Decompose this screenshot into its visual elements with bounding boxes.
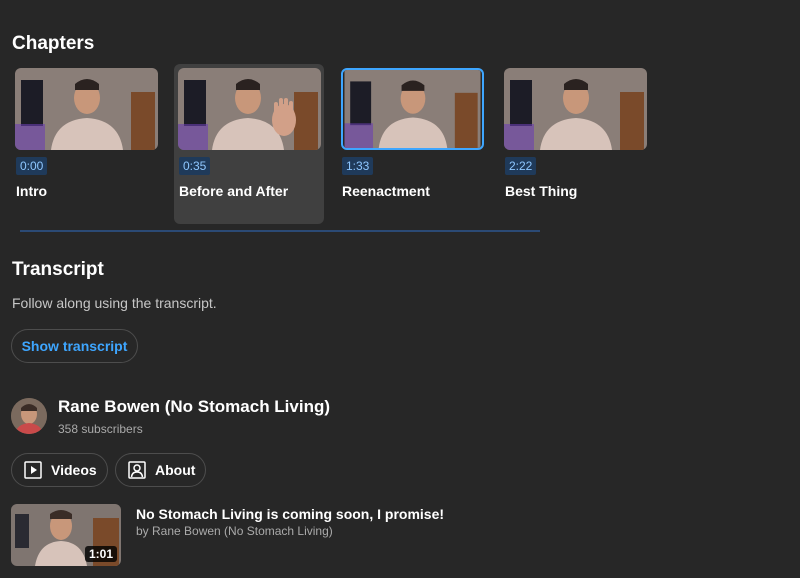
chapter-item-reenactment[interactable]: 1:33 Reenactment	[337, 64, 487, 224]
featured-video-thumbnail[interactable]: 1:01	[11, 504, 121, 566]
chapter-timestamp: 0:35	[179, 157, 211, 175]
transcript-heading: Transcript	[12, 259, 104, 280]
play-square-icon	[24, 461, 42, 479]
chapter-label: Before and After	[179, 183, 289, 199]
chapter-thumbnail	[15, 68, 158, 150]
chapter-timestamp: 2:22	[505, 157, 537, 175]
channel-about-button[interactable]: About	[115, 453, 206, 487]
subscriber-count: 358 subscribers	[58, 422, 143, 436]
chapter-thumbnail	[178, 68, 321, 150]
chapters-heading: Chapters	[12, 33, 95, 54]
channel-name[interactable]: Rane Bowen (No Stomach Living)	[58, 397, 330, 417]
chapter-item-intro[interactable]: 0:00 Intro	[11, 64, 161, 224]
chapter-item-best-thing[interactable]: 2:22 Best Thing	[500, 64, 650, 224]
chapter-item-before-and-after[interactable]: 0:35 Before and After	[174, 64, 324, 224]
chapter-timestamp: 1:33	[342, 157, 374, 175]
chapter-thumbnail	[504, 68, 647, 150]
transcript-description: Follow along using the transcript.	[12, 295, 217, 311]
chapters-list: 0:00 Intro 0:35 Before and After 1:33 Re…	[0, 64, 680, 232]
chapters-timeline	[20, 230, 540, 232]
chapter-timestamp: 0:00	[16, 157, 48, 175]
show-transcript-button[interactable]: Show transcript	[11, 329, 138, 363]
person-frame-icon	[128, 461, 146, 479]
channel-videos-button[interactable]: Videos	[11, 453, 108, 487]
chapter-label: Reenactment	[342, 183, 430, 199]
chapter-label: Best Thing	[505, 183, 578, 199]
channel-avatar[interactable]	[11, 398, 47, 434]
chapter-label: Intro	[16, 183, 48, 199]
chapter-thumbnail-selected	[341, 68, 484, 150]
video-duration: 1:01	[84, 546, 117, 562]
featured-video-title[interactable]: No Stomach Living is coming soon, I prom…	[136, 506, 444, 522]
featured-video-byline: by Rane Bowen (No Stomach Living)	[136, 524, 333, 538]
videos-label: Videos	[51, 462, 97, 478]
about-label: About	[155, 462, 196, 478]
